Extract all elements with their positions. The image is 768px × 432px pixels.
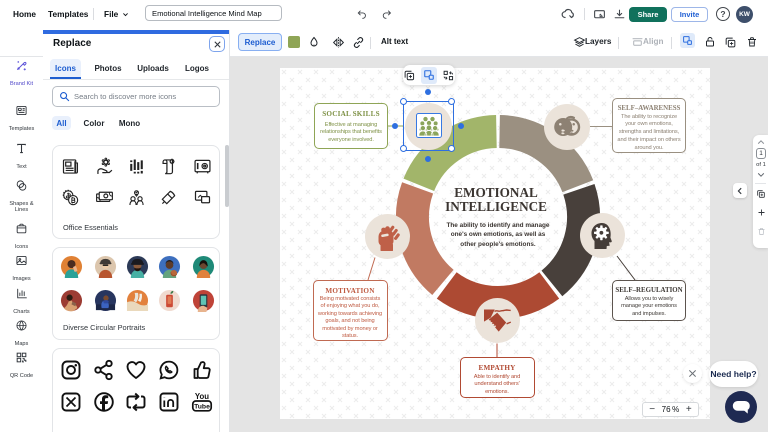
svg-text:Tube: Tube — [194, 404, 210, 411]
svg-text:You: You — [195, 392, 209, 401]
